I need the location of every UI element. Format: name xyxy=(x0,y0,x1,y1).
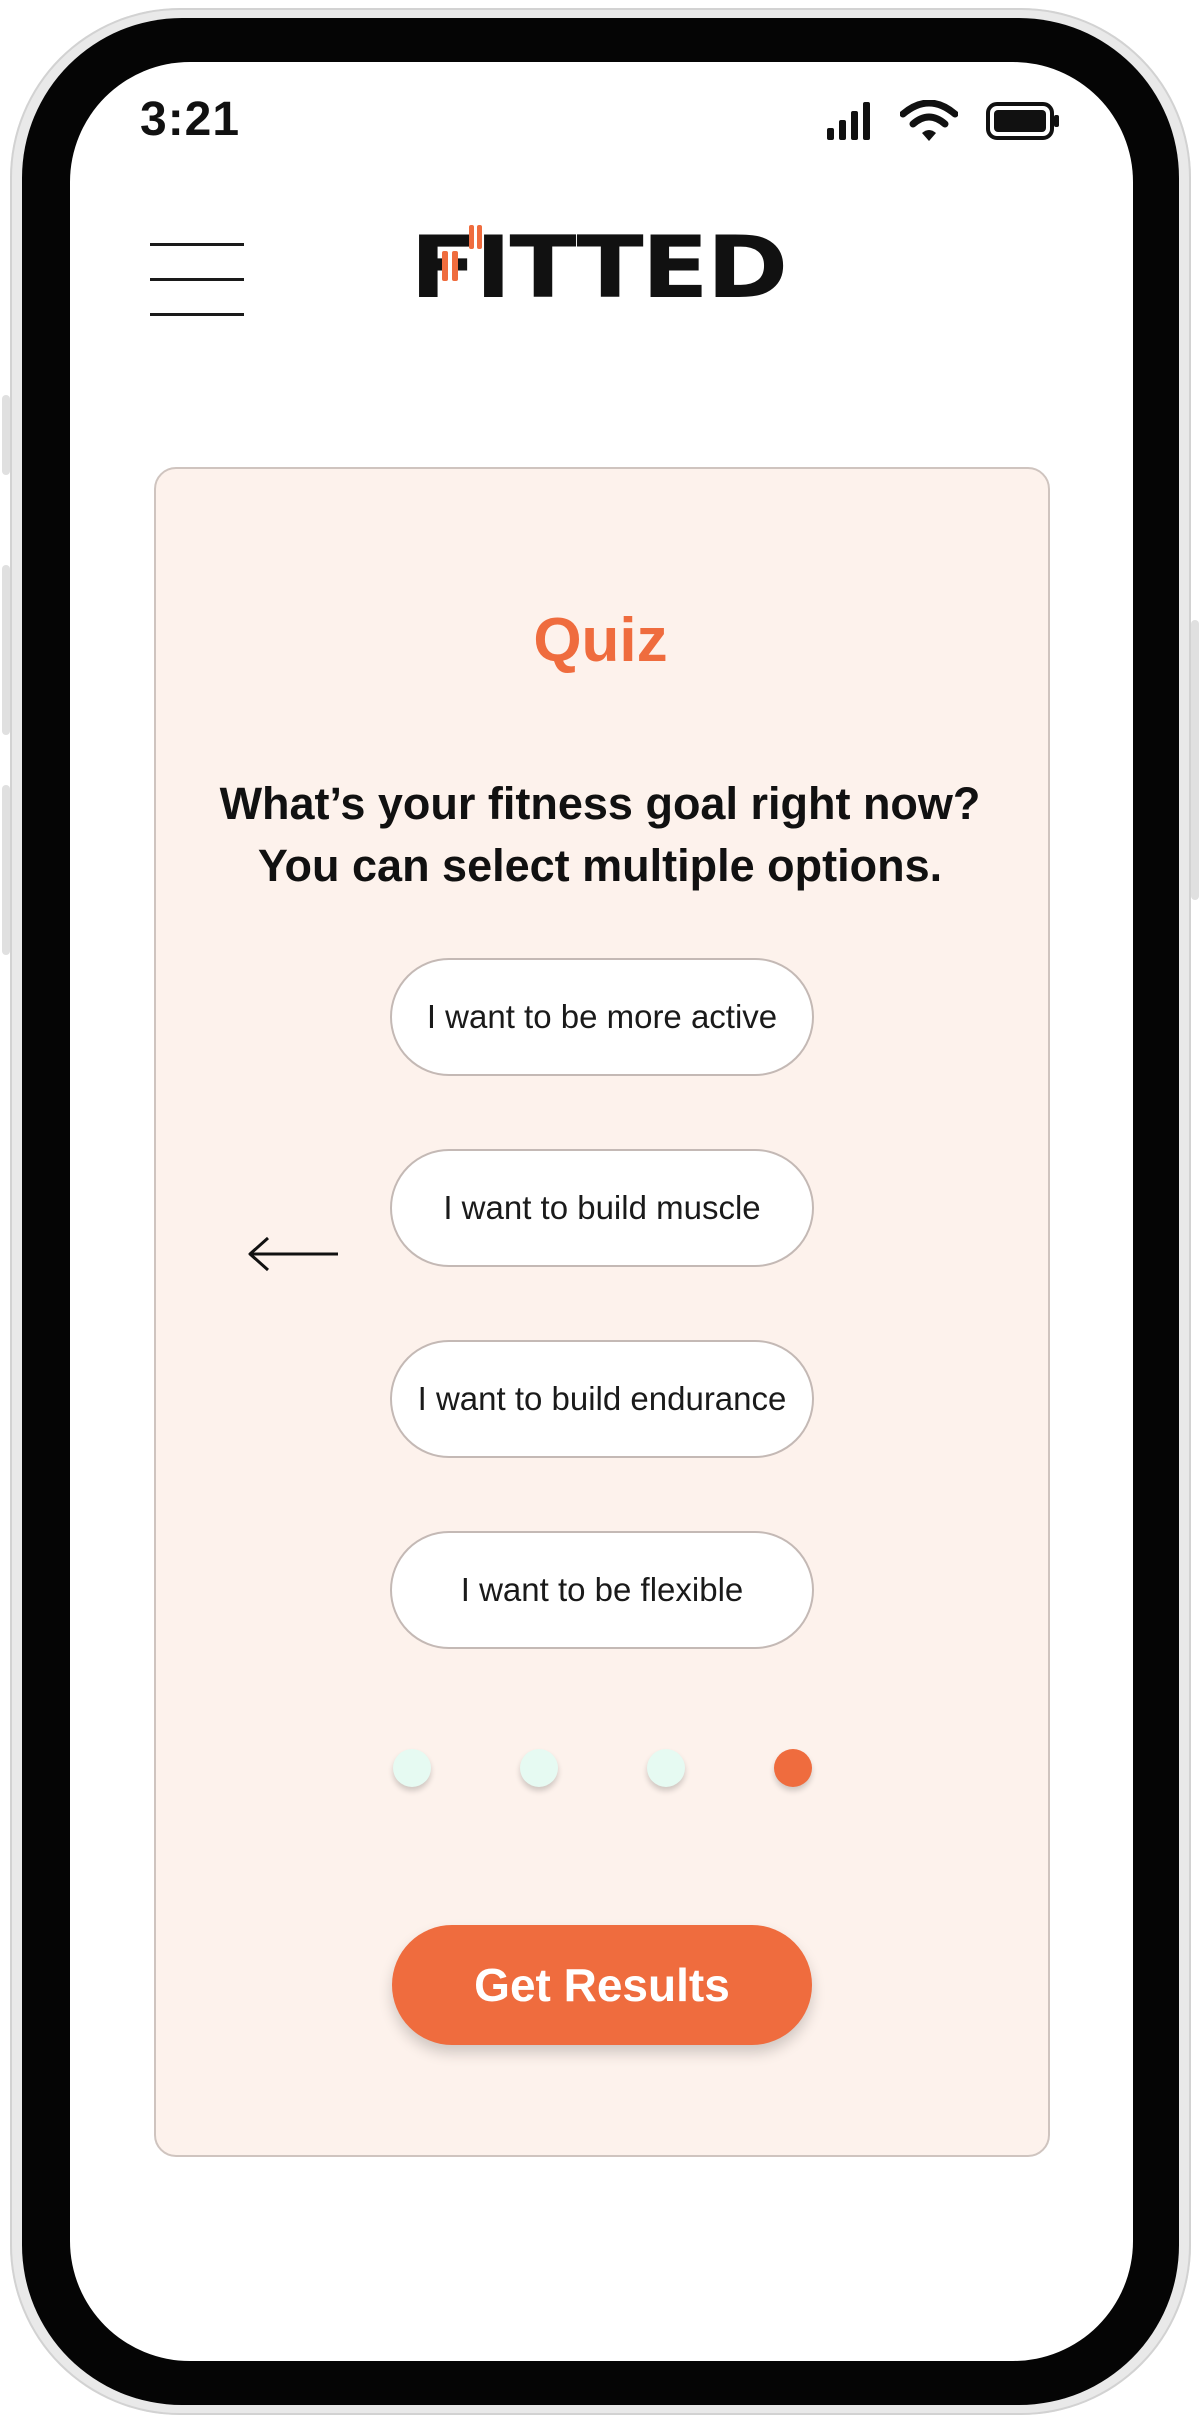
battery-icon xyxy=(986,102,1059,140)
wifi-icon xyxy=(900,100,958,141)
side-button xyxy=(2,395,10,475)
progress-dot xyxy=(520,1749,558,1787)
progress-dot-active xyxy=(774,1749,812,1787)
side-button xyxy=(2,785,10,955)
progress-dot xyxy=(393,1749,431,1787)
quiz-title: Quiz xyxy=(533,606,668,675)
option-build-endurance[interactable]: I want to build endurance xyxy=(390,1340,814,1458)
get-results-button[interactable]: Get Results xyxy=(392,1925,812,2045)
hamburger-menu-icon[interactable] xyxy=(150,240,246,320)
quiz-card xyxy=(154,467,1050,2157)
status-time: 3:21 xyxy=(140,93,241,146)
svg-text:FITTED: FITTED xyxy=(410,225,786,309)
option-build-muscle[interactable]: I want to build muscle xyxy=(390,1149,814,1267)
signal-icon xyxy=(827,102,870,140)
option-more-active[interactable]: I want to be more active xyxy=(390,958,814,1076)
option-flexible[interactable]: I want to be flexible xyxy=(390,1531,814,1649)
arrow-left-icon[interactable] xyxy=(248,1236,340,1272)
question-line-1: What’s your fitness goal right now? xyxy=(219,778,981,829)
fitted-logo: FITTED xyxy=(410,225,788,309)
question-line-2: You can select multiple options. xyxy=(257,840,943,891)
progress-dot xyxy=(647,1749,685,1787)
status-icons xyxy=(826,100,1060,142)
